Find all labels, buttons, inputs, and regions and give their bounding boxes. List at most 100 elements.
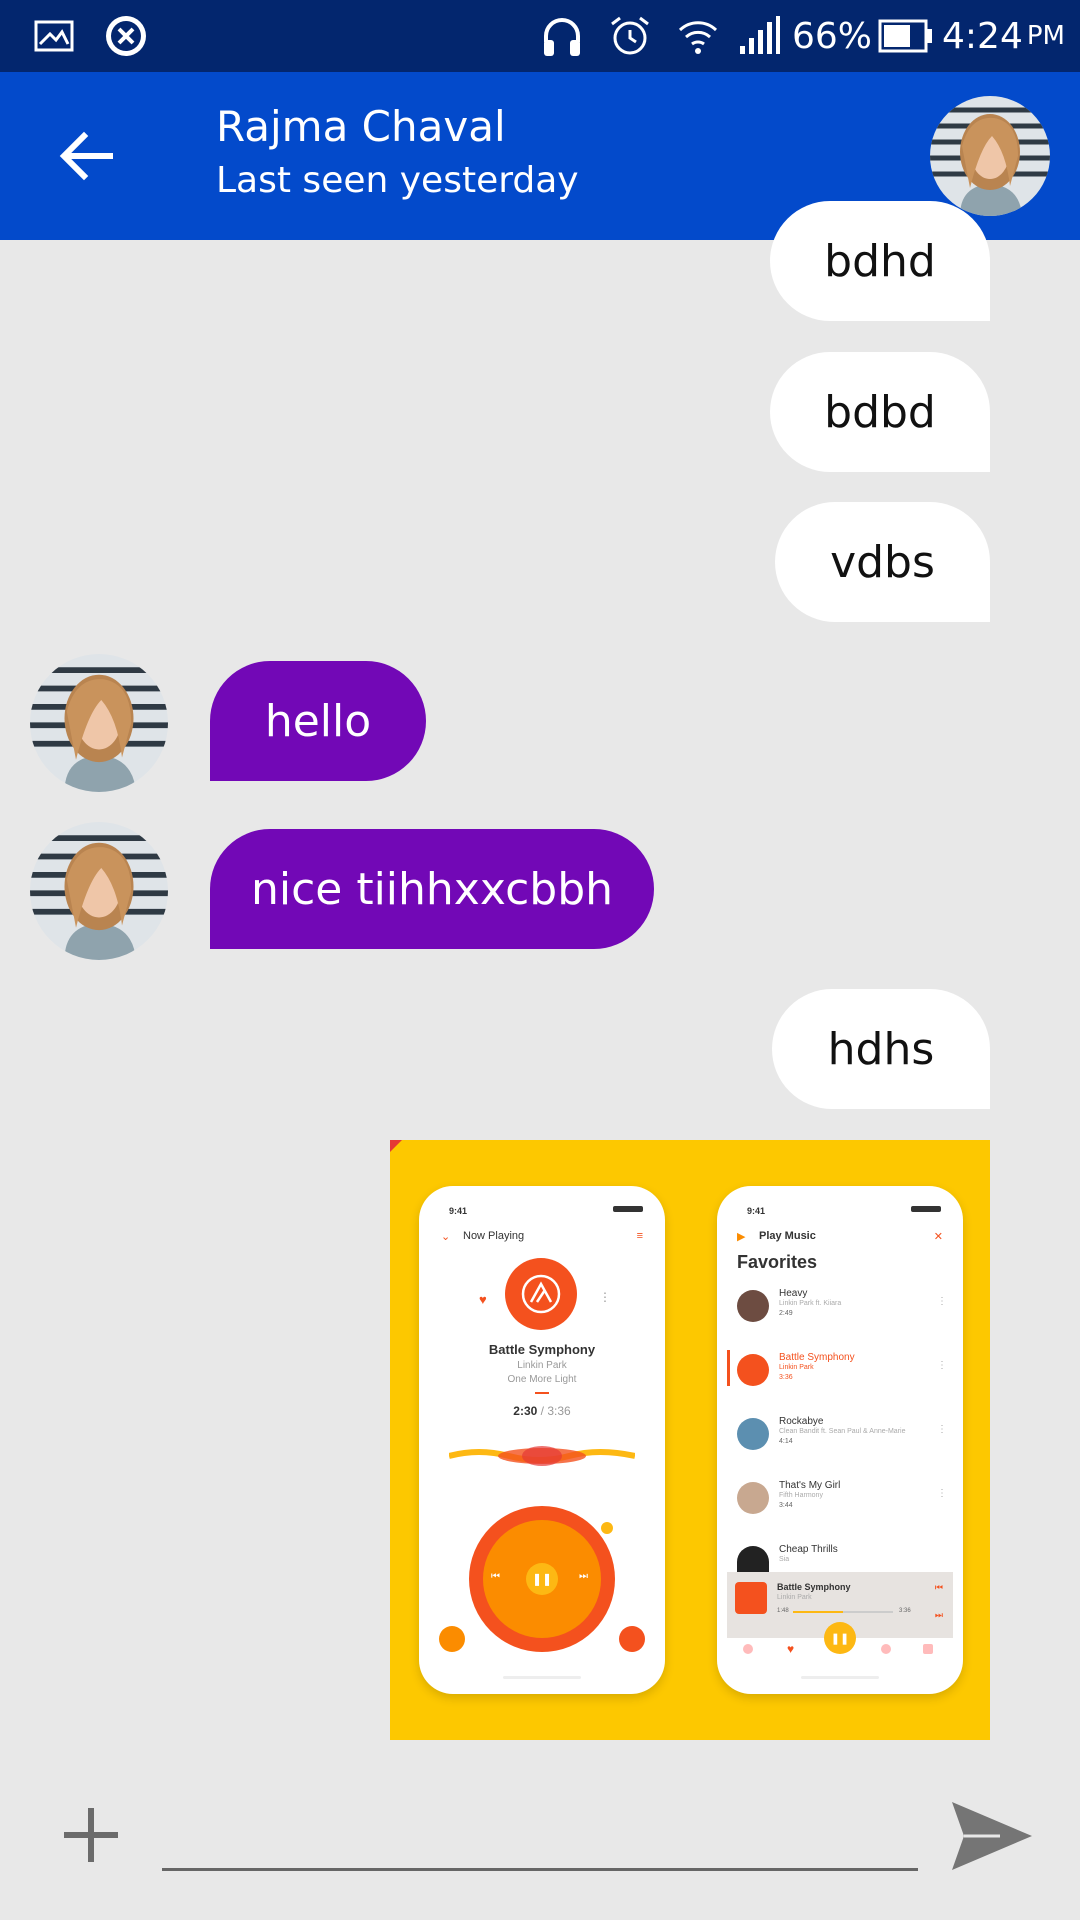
message-bubble-outgoing[interactable]: vdbs [775, 502, 990, 622]
message-bubble-outgoing[interactable]: bdbd [770, 352, 990, 472]
mini-player-progress[interactable] [793, 1611, 893, 1613]
more-icon[interactable]: ⋮ [937, 1424, 947, 1435]
track-row[interactable]: Cheap Thrills Sia [737, 1542, 947, 1572]
track-artist: Clean Bandit ft. Sean Paul & Anne-Marie [779, 1428, 906, 1435]
last-seen-status: Last seen yesterday [216, 160, 579, 201]
plus-icon [64, 1808, 118, 1862]
song-album: One More Light [507, 1374, 577, 1385]
app-name: Play Music [759, 1230, 816, 1242]
status-ampm: PM [1026, 21, 1065, 51]
explore-tab-icon[interactable] [881, 1644, 891, 1654]
track-thumbnail [737, 1482, 769, 1514]
contact-name[interactable]: Rajma Chaval [216, 102, 506, 151]
progress-knob[interactable] [601, 1522, 613, 1534]
more-icon: ⋮ [599, 1290, 611, 1304]
next-icon[interactable]: ⏭ [935, 1610, 943, 1621]
phone-status-icons [613, 1206, 643, 1212]
more-icon[interactable]: ⋮ [937, 1488, 947, 1499]
track-title: That's My Girl [779, 1480, 841, 1491]
track-duration: 3:44 [779, 1502, 793, 1509]
shuffle-icon: ✕ [933, 1231, 943, 1243]
status-time: 4:24 [942, 15, 1023, 57]
mini-player-elapsed: 1:48 [777, 1608, 789, 1614]
home-indicator [503, 1676, 581, 1679]
message-input[interactable] [162, 1820, 918, 1871]
message-text: nice tiihhxxcbbh [250, 863, 614, 915]
song-artist: Linkin Park [517, 1360, 567, 1371]
track-artist: Linkin Park [779, 1364, 814, 1371]
more-icon[interactable]: ⋮ [937, 1296, 947, 1307]
corner-mark-icon [390, 1140, 402, 1152]
message-text: vdbs [830, 536, 935, 588]
repeat-button[interactable] [439, 1626, 465, 1652]
sender-avatar[interactable] [30, 654, 168, 792]
search-tab-icon[interactable] [743, 1644, 753, 1654]
track-thumbnail [737, 1418, 769, 1450]
favorites-tab-icon[interactable]: ♥ [787, 1642, 794, 1656]
message-text: bdbd [824, 386, 936, 438]
mini-player-title: Battle Symphony [777, 1582, 851, 1592]
message-text: hello [264, 695, 372, 747]
contact-avatar[interactable] [930, 96, 1050, 216]
wifi-icon [676, 0, 720, 72]
message-text: hdhs [827, 1023, 935, 1075]
mini-player-art [735, 1582, 767, 1614]
track-row[interactable]: That's My Girl Fifth Harmony 3:44 ⋮ [737, 1478, 947, 1530]
message-bubble-outgoing[interactable]: hdhs [772, 989, 990, 1109]
elapsed-time: 2:30 [513, 1404, 538, 1418]
alarm-icon [608, 0, 652, 72]
message-bubble-incoming[interactable]: nice tiihhxxcbbh [210, 829, 654, 949]
send-icon [952, 1802, 1032, 1870]
track-duration: 2:49 [779, 1310, 793, 1317]
sender-avatar[interactable] [30, 822, 168, 960]
image-message[interactable]: 9:41 ⌄ Now Playing ≡ ♥ ⋮ Battle Symphony… [390, 1140, 990, 1740]
track-title: Cheap Thrills [779, 1544, 838, 1555]
gallery-notification-icon [34, 0, 74, 72]
play-music-logo-icon: ▶ [737, 1231, 746, 1243]
message-bubble-outgoing[interactable]: bdhd [770, 201, 990, 321]
pause-button[interactable]: ❚❚ [824, 1622, 856, 1654]
chevron-down-icon: ⌄ [441, 1231, 451, 1243]
favorites-title: Favorites [737, 1252, 818, 1272]
arrow-back-icon [59, 131, 113, 181]
track-artist: Fifth Harmony [779, 1492, 823, 1499]
track-row[interactable]: Battle Symphony Linkin Park 3:36 ⋮ [727, 1350, 947, 1402]
next-button[interactable]: ⏭ [579, 1571, 588, 1582]
track-row[interactable]: Heavy Linkin Park ft. Kiiara 2:49 ⋮ [737, 1286, 947, 1338]
equalizer-icon: ≡ [636, 1230, 643, 1242]
track-artist: Sia [779, 1556, 790, 1563]
divider [535, 1392, 549, 1394]
favorites-phone: 9:41 ▶ Play Music ✕ Favorites Heavy Link… [717, 1186, 963, 1694]
message-bubble-incoming[interactable]: hello [210, 661, 426, 781]
album-art [505, 1258, 577, 1330]
total-time: 3:36 [547, 1404, 571, 1418]
add-attachment-button[interactable] [58, 1802, 124, 1868]
track-duration: 4:14 [779, 1438, 793, 1445]
message-text: bdhd [824, 235, 936, 287]
send-button[interactable] [950, 1798, 1034, 1874]
track-row[interactable]: Rockabye Clean Bandit ft. Sean Paul & An… [737, 1414, 947, 1466]
mini-player-total: 3:36 [899, 1608, 911, 1614]
more-icon[interactable]: ⋮ [937, 1360, 947, 1371]
track-thumbnail [737, 1546, 769, 1572]
previous-button[interactable]: ⏮ [491, 1571, 500, 1582]
phone-status-icons [911, 1206, 941, 1212]
home-indicator [801, 1676, 879, 1679]
battery-percent: 66% [792, 15, 873, 57]
battery-icon [878, 0, 934, 72]
waveform-icon [449, 1446, 635, 1466]
active-indicator [727, 1350, 730, 1386]
track-duration: 3:36 [779, 1374, 793, 1381]
back-button[interactable] [46, 116, 126, 196]
library-tab-icon[interactable] [923, 1644, 933, 1654]
shuffle-button[interactable] [619, 1626, 645, 1652]
track-title: Battle Symphony [779, 1352, 855, 1363]
phone-time: 9:41 [449, 1206, 468, 1216]
previous-icon[interactable]: ⏮ [935, 1582, 943, 1593]
pause-button[interactable]: ❚❚ [526, 1563, 558, 1595]
signal-icon [738, 0, 782, 72]
track-title: Rockabye [779, 1416, 824, 1427]
close-notification-icon [104, 0, 148, 72]
now-playing-header: Now Playing [463, 1230, 525, 1242]
now-playing-phone: 9:41 ⌄ Now Playing ≡ ♥ ⋮ Battle Symphony… [419, 1186, 665, 1694]
